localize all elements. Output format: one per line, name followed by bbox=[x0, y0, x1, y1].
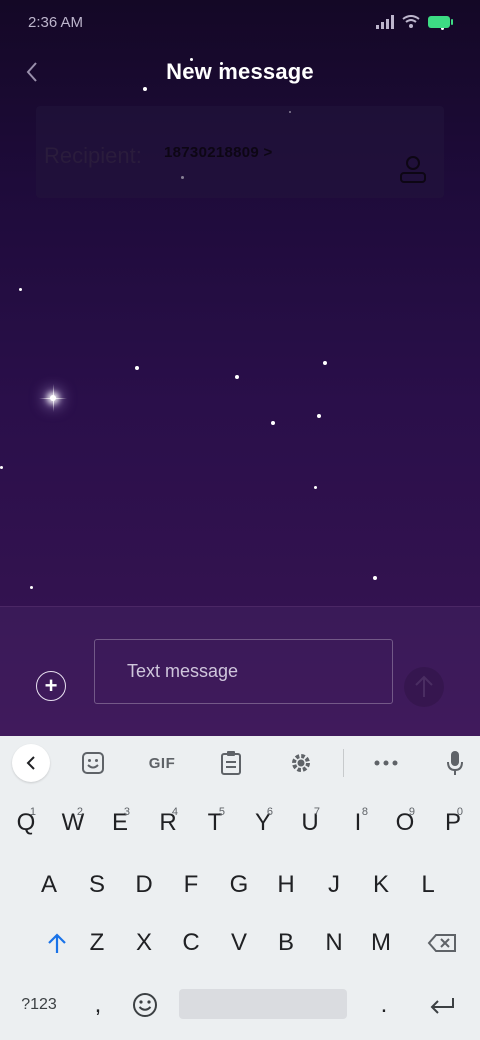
key-number-hint: 1 bbox=[29, 806, 36, 818]
key[interactable]: R4 bbox=[146, 798, 190, 848]
key[interactable]: C bbox=[169, 918, 213, 968]
app-header: New message bbox=[0, 50, 480, 94]
backspace-icon bbox=[427, 934, 456, 952]
more-button[interactable] bbox=[373, 750, 399, 776]
star bbox=[135, 366, 139, 370]
battery-icon bbox=[428, 16, 453, 28]
gif-button[interactable]: GIF bbox=[144, 750, 180, 776]
gif-label: GIF bbox=[148, 754, 176, 772]
status-icons bbox=[376, 15, 453, 29]
key-number-hint: 5 bbox=[218, 806, 225, 818]
key-number-hint: 7 bbox=[313, 806, 320, 818]
key-number-hint: 6 bbox=[266, 806, 273, 818]
key[interactable]: D bbox=[122, 860, 166, 910]
key[interactable]: K bbox=[359, 860, 403, 910]
key-number-hint: 4 bbox=[171, 806, 178, 818]
toolbar-divider bbox=[343, 749, 344, 777]
star bbox=[235, 375, 239, 379]
backspace-key[interactable] bbox=[420, 923, 464, 963]
keyboard-toolbar: GIF bbox=[0, 736, 480, 790]
status-time: 2:36 AM bbox=[28, 13, 84, 31]
star bbox=[19, 288, 22, 291]
wifi-icon bbox=[402, 15, 420, 28]
key[interactable]: X bbox=[122, 918, 166, 968]
emoji-key[interactable] bbox=[129, 987, 161, 1023]
key[interactable]: T5 bbox=[193, 798, 237, 848]
enter-icon bbox=[430, 998, 454, 1014]
star bbox=[30, 586, 33, 589]
key[interactable]: B bbox=[264, 918, 308, 968]
chevron-left-icon bbox=[26, 756, 35, 770]
add-contact-button[interactable] bbox=[398, 154, 428, 184]
shift-key[interactable] bbox=[37, 923, 77, 963]
key[interactable]: F bbox=[169, 860, 213, 910]
sticker-button[interactable] bbox=[80, 750, 106, 776]
key[interactable]: W2 bbox=[51, 798, 95, 848]
back-button[interactable] bbox=[18, 56, 46, 88]
key[interactable]: O9 bbox=[383, 798, 427, 848]
star bbox=[373, 576, 377, 580]
microphone-icon bbox=[447, 751, 463, 775]
key[interactable]: J bbox=[312, 860, 356, 910]
space-key[interactable] bbox=[179, 989, 347, 1019]
comma-key[interactable]: , bbox=[84, 987, 112, 1023]
voice-input-button[interactable] bbox=[444, 750, 466, 776]
star bbox=[323, 361, 327, 365]
recipient-label: Recipient: bbox=[44, 143, 142, 168]
page-title: New message bbox=[166, 59, 314, 84]
key-number-hint: 3 bbox=[123, 806, 130, 818]
key[interactable]: M bbox=[359, 918, 403, 968]
key[interactable]: N bbox=[312, 918, 356, 968]
arrow-up-icon bbox=[415, 675, 433, 697]
plus-icon: + bbox=[44, 673, 58, 698]
key-label: I bbox=[354, 809, 362, 836]
key[interactable]: L bbox=[406, 860, 450, 910]
clipboard-icon bbox=[221, 751, 241, 775]
key[interactable]: Z bbox=[75, 918, 119, 968]
symbols-key[interactable]: ?123 bbox=[14, 987, 64, 1023]
gear-icon bbox=[292, 754, 310, 772]
star bbox=[271, 421, 275, 425]
star bbox=[0, 466, 3, 469]
key-number-hint: 2 bbox=[76, 806, 83, 818]
message-input[interactable] bbox=[94, 639, 393, 704]
recipient-chip[interactable]: 18730218809 > bbox=[164, 144, 273, 161]
shift-arrow-icon bbox=[48, 933, 66, 953]
keyboard: G I F Q 1 W 2 E 3 R 4 T 5 Y 6 U 7 I 8 O 9 … bbox=[0, 736, 480, 1040]
key[interactable]: A bbox=[27, 860, 71, 910]
keyboard-collapse-button[interactable] bbox=[12, 744, 50, 782]
star-flare bbox=[53, 384, 54, 412]
key-number-hint: 9 bbox=[408, 806, 415, 818]
signal-icon bbox=[376, 15, 394, 29]
key[interactable]: H bbox=[264, 860, 308, 910]
person-icon bbox=[400, 156, 426, 183]
send-button[interactable] bbox=[404, 667, 444, 707]
status-bar: 2:36 AM bbox=[0, 0, 480, 44]
key[interactable]: E3 bbox=[98, 798, 142, 848]
star bbox=[317, 414, 321, 418]
key[interactable]: Y6 bbox=[241, 798, 285, 848]
key[interactable]: S bbox=[75, 860, 119, 910]
key-number-hint: 0 bbox=[456, 806, 463, 818]
clipboard-button[interactable] bbox=[219, 750, 243, 776]
star bbox=[314, 486, 317, 489]
settings-button[interactable] bbox=[288, 750, 314, 776]
key[interactable]: G bbox=[217, 860, 261, 910]
key[interactable]: V bbox=[217, 918, 261, 968]
chevron-left-icon bbox=[26, 62, 37, 82]
emoji-icon bbox=[133, 993, 157, 1017]
key-number-hint: 8 bbox=[361, 806, 368, 818]
more-horizontal-icon bbox=[374, 760, 398, 766]
key[interactable]: Q1 bbox=[4, 798, 48, 848]
recipient-field[interactable]: Recipient: 18730218809 > bbox=[36, 106, 444, 198]
key[interactable]: U7 bbox=[288, 798, 332, 848]
enter-key[interactable] bbox=[424, 987, 460, 1023]
key[interactable]: I8 bbox=[336, 798, 380, 848]
period-key[interactable]: . bbox=[370, 987, 398, 1023]
attach-button[interactable]: + bbox=[36, 671, 66, 701]
key[interactable]: P0 bbox=[431, 798, 475, 848]
sticker-icon bbox=[82, 752, 104, 774]
compose-bar: + bbox=[0, 606, 480, 736]
